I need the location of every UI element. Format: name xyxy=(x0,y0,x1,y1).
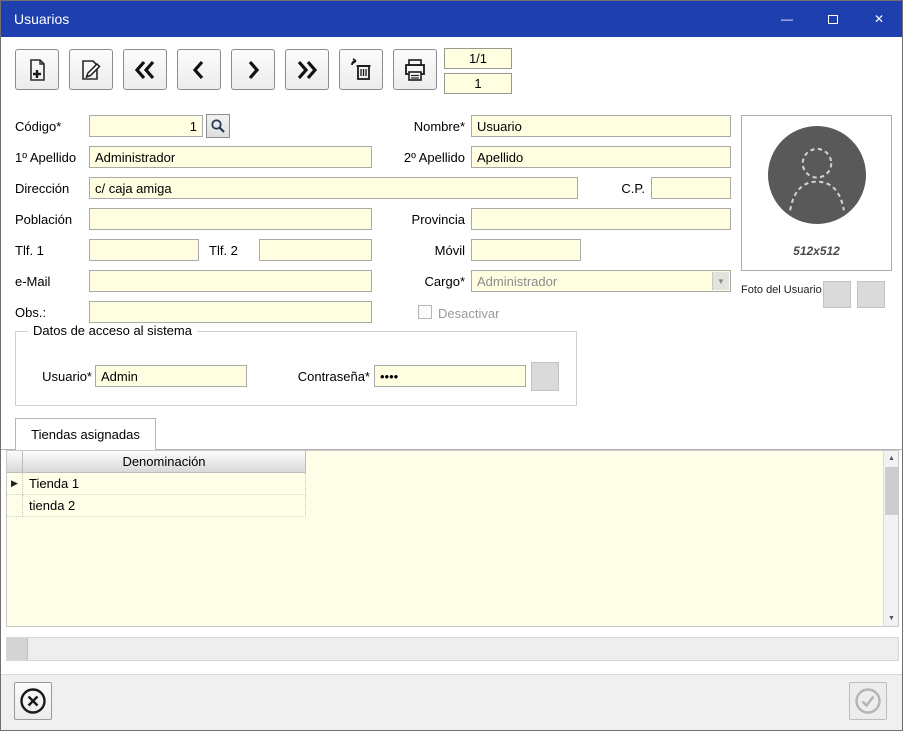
delete-record-icon xyxy=(348,57,374,83)
cargo-label: Cargo* xyxy=(381,270,465,292)
poblacion-field[interactable] xyxy=(89,208,372,230)
nombre-field[interactable]: Usuario xyxy=(471,115,731,137)
poblacion-label: Población xyxy=(15,208,87,230)
tlf1-field[interactable] xyxy=(89,239,199,261)
scroll-up-icon[interactable]: ▲ xyxy=(884,451,899,466)
chevron-down-icon: ▼ xyxy=(712,272,729,290)
access-groupbox: Datos de acceso al sistema Usuario* Admi… xyxy=(15,331,577,406)
first-record-button[interactable] xyxy=(123,49,167,90)
apellido2-label: 2º Apellido xyxy=(381,146,465,168)
previous-record-icon xyxy=(186,58,212,82)
photo-size-hint: 512x512 xyxy=(742,244,891,258)
grid-vertical-scrollbar[interactable]: ▲ ▼ xyxy=(883,451,898,626)
photo-upload-button[interactable] xyxy=(823,281,851,308)
show-password-button[interactable] xyxy=(531,362,559,391)
last-record-icon xyxy=(294,58,320,82)
tiendas-grid: Denominación ▶ Tienda 1 tienda 2 ▲ ▼ xyxy=(6,450,899,627)
cell-denominacion: Tienda 1 xyxy=(23,473,306,495)
row-gutter xyxy=(7,495,23,517)
grid-header-row: Denominación xyxy=(7,451,898,473)
search-icon xyxy=(210,118,226,134)
apellido2-field[interactable]: Apellido xyxy=(471,146,731,168)
apellido1-label: 1º Apellido xyxy=(15,146,87,168)
desactivar-checkbox[interactable] xyxy=(418,305,432,319)
record-number-field[interactable]: 1 xyxy=(444,73,512,94)
new-record-icon xyxy=(24,57,50,83)
close-icon: ✕ xyxy=(874,12,884,26)
window-controls: — ✕ xyxy=(764,1,902,37)
cargo-selected-value: Administrador xyxy=(477,274,557,289)
person-silhouette-icon xyxy=(775,133,859,217)
vertical-scroll-thumb[interactable] xyxy=(885,467,898,515)
cargo-select[interactable]: Administrador ▼ xyxy=(471,270,731,292)
titlebar: Usuarios — ✕ xyxy=(1,1,902,37)
movil-field[interactable] xyxy=(471,239,581,261)
scroll-down-icon[interactable]: ▼ xyxy=(884,611,899,626)
provincia-label: Provincia xyxy=(381,208,465,230)
cell-denominacion: tienda 2 xyxy=(23,495,306,517)
previous-record-button[interactable] xyxy=(177,49,221,90)
direccion-label: Dirección xyxy=(15,177,87,199)
provincia-field[interactable] xyxy=(471,208,731,230)
desactivar-label: Desactivar xyxy=(438,306,499,321)
direccion-field[interactable]: c/ caja amiga xyxy=(89,177,578,199)
next-record-icon xyxy=(240,58,266,82)
next-record-button[interactable] xyxy=(231,49,275,90)
new-record-button[interactable] xyxy=(15,49,59,90)
avatar xyxy=(768,126,866,224)
print-icon xyxy=(402,57,428,83)
grid-horizontal-scrollbar[interactable] xyxy=(6,637,899,661)
row-pointer-icon: ▶ xyxy=(7,473,23,495)
print-button[interactable] xyxy=(393,49,437,90)
last-record-button[interactable] xyxy=(285,49,329,90)
first-record-icon xyxy=(132,58,158,82)
accept-button[interactable] xyxy=(849,682,887,720)
usuarios-window: Usuarios — ✕ xyxy=(0,0,903,731)
tlf2-field[interactable] xyxy=(259,239,372,261)
minimize-button[interactable]: — xyxy=(764,1,810,37)
cancel-button[interactable] xyxy=(14,682,52,720)
codigo-field[interactable]: 1 xyxy=(89,115,203,137)
tlf2-label: Tlf. 2 xyxy=(209,239,257,261)
edit-record-icon xyxy=(78,57,104,83)
movil-label: Móvil xyxy=(381,239,465,261)
photo-delete-button[interactable] xyxy=(857,281,885,308)
email-field[interactable] xyxy=(89,270,372,292)
obs-label: Obs.: xyxy=(15,301,87,323)
cancel-icon xyxy=(19,687,47,715)
edit-record-button[interactable] xyxy=(69,49,113,90)
usuario-field[interactable]: Admin xyxy=(95,365,247,387)
check-icon xyxy=(854,687,882,715)
tab-tiendas-asignadas[interactable]: Tiendas asignadas xyxy=(15,418,156,450)
maximize-icon xyxy=(828,15,838,24)
minimize-icon: — xyxy=(781,12,793,26)
table-row[interactable]: ▶ Tienda 1 xyxy=(7,473,898,495)
cp-field[interactable] xyxy=(651,177,731,199)
window-title: Usuarios xyxy=(1,11,69,27)
bottom-action-bar xyxy=(1,674,902,730)
user-photo-placeholder: 512x512 xyxy=(741,115,892,271)
close-button[interactable]: ✕ xyxy=(856,1,902,37)
obs-field[interactable] xyxy=(89,301,372,323)
cp-label: C.P. xyxy=(561,177,645,199)
horizontal-scroll-thumb[interactable] xyxy=(7,638,28,660)
usuario-label: Usuario* xyxy=(30,365,92,387)
access-group-title: Datos de acceso al sistema xyxy=(28,323,197,338)
search-codigo-button[interactable] xyxy=(206,114,230,138)
page-indicator: 1/1 xyxy=(444,48,512,69)
apellido1-field[interactable]: Administrador xyxy=(89,146,372,168)
codigo-label: Código* xyxy=(15,115,87,137)
photo-caption: Foto del Usuario xyxy=(741,284,822,296)
delete-record-button[interactable] xyxy=(339,49,383,90)
email-label: e-Mail xyxy=(15,270,87,292)
nombre-label: Nombre* xyxy=(381,115,465,137)
table-row[interactable]: tienda 2 xyxy=(7,495,898,517)
maximize-button[interactable] xyxy=(810,1,856,37)
contrasena-label: Contraseña* xyxy=(284,365,370,387)
tlf1-label: Tlf. 1 xyxy=(15,239,87,261)
grid-gutter-header xyxy=(7,451,23,473)
grid-column-header-denominacion[interactable]: Denominación xyxy=(23,451,306,473)
contrasena-field[interactable]: •••• xyxy=(374,365,526,387)
